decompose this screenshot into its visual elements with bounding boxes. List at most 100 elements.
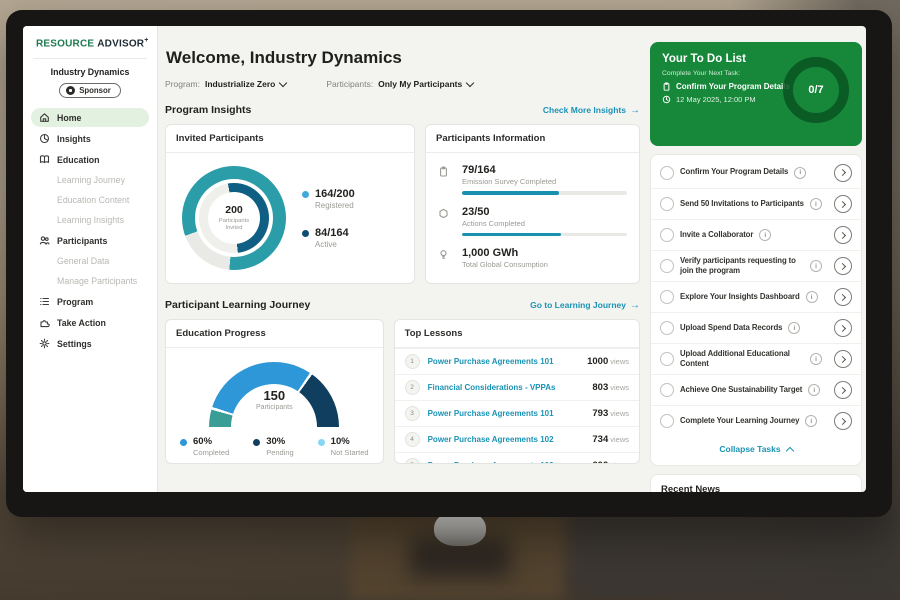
tasks-list: Confirm Your Program Details Send 50 Inv…	[650, 154, 862, 466]
users-icon	[39, 235, 50, 246]
task-checkbox[interactable]	[660, 166, 674, 180]
task-checkbox[interactable]	[660, 414, 674, 428]
sidebar-item-general-data[interactable]: General Data	[31, 252, 149, 270]
sidebar-item-education[interactable]: Education	[31, 150, 149, 169]
task-checkbox[interactable]	[660, 197, 674, 211]
sidebar-item-manage-participants[interactable]: Manage Participants	[31, 272, 149, 290]
registered-legend: 164/200 Registered	[302, 188, 355, 210]
go-to-learning-journey-link[interactable]: Go to Learning Journey	[530, 300, 640, 311]
filters-row: Program: Industrialize Zero Participants…	[165, 79, 640, 89]
app-logo: RESOURCE ADVISOR+	[23, 37, 157, 49]
lesson-row: 5 Power Purchase Agreements 103 600views	[395, 452, 639, 464]
clipboard-icon	[438, 166, 449, 177]
info-icon[interactable]	[759, 229, 771, 241]
completed-legend: 60% Completed	[180, 436, 229, 457]
task-open-button[interactable]	[834, 226, 852, 244]
card-title: Invited Participants	[166, 125, 414, 153]
photo-scene: RESOURCE ADVISOR+ Industry Dynamics Spon…	[0, 0, 900, 600]
org-name: Industry Dynamics	[23, 67, 157, 77]
task-open-button[interactable]	[834, 164, 852, 182]
card-title: Top Lessons	[395, 320, 639, 348]
not-started-dot-icon	[318, 439, 325, 446]
program-dropdown[interactable]: Program: Industrialize Zero	[165, 79, 286, 89]
not-started-legend: 10% Not Started	[318, 436, 369, 457]
chevron-down-icon	[466, 78, 474, 86]
sidebar-item-home[interactable]: Home	[31, 108, 149, 127]
rank-badge: 4	[405, 432, 420, 447]
info-icon[interactable]	[810, 198, 822, 210]
active-legend: 84/164 Active	[302, 227, 355, 249]
info-icon[interactable]	[805, 415, 817, 427]
check-more-insights-link[interactable]: Check More Insights	[543, 105, 640, 116]
sponsor-badge[interactable]: Sponsor	[59, 83, 121, 98]
sidebar-item-take-action[interactable]: Take Action	[31, 313, 149, 332]
todo-progress-ring: 0/7	[783, 57, 849, 123]
lesson-link[interactable]: Power Purchase Agreements 103	[428, 461, 585, 464]
clock-icon	[662, 95, 671, 104]
todo-panel: Your To Do List Complete Your Next Task:…	[645, 26, 866, 492]
lesson-link[interactable]: Power Purchase Agreements 102	[428, 435, 585, 444]
lesson-row: 1 Power Purchase Agreements 101 1000view…	[395, 348, 639, 374]
lesson-link[interactable]: Power Purchase Agreements 101	[428, 409, 585, 418]
chevron-right-icon	[839, 324, 846, 331]
info-icon[interactable]	[810, 260, 822, 272]
lesson-link[interactable]: Financial Considerations - VPPAs	[428, 383, 585, 392]
task-open-button[interactable]	[834, 257, 852, 275]
chevron-right-icon	[839, 417, 846, 424]
consumption-stat: 1,000 GWh Total Global Consumption	[438, 247, 627, 269]
task-open-button[interactable]	[834, 195, 852, 213]
education-legend: 60% Completed 30% Pending 10%	[166, 427, 383, 457]
sidebar-item-learning-insights[interactable]: Learning Insights	[31, 211, 149, 229]
gear-icon	[39, 338, 50, 349]
info-icon[interactable]	[794, 167, 806, 179]
task-row: Confirm Your Program Details	[651, 157, 861, 188]
sidebar-item-learning-journey[interactable]: Learning Journey	[31, 171, 149, 189]
sidebar-item-participants[interactable]: Participants	[31, 231, 149, 250]
todo-progress: 0/7	[808, 84, 823, 96]
pending-legend: 30% Pending	[253, 436, 294, 457]
list-icon	[39, 296, 50, 307]
sidebar-item-education-content[interactable]: Education Content	[31, 191, 149, 209]
home-icon	[39, 112, 50, 123]
info-icon[interactable]	[806, 291, 818, 303]
info-icon[interactable]	[808, 384, 820, 396]
lesson-link[interactable]: Power Purchase Agreements 101	[428, 357, 580, 366]
task-open-button[interactable]	[834, 319, 852, 337]
actions-progress-bar	[462, 233, 561, 237]
education-progress-card: Education Progress 150 Participants	[165, 319, 384, 464]
task-checkbox[interactable]	[660, 228, 674, 242]
main-content: Welcome, Industry Dynamics Program: Indu…	[158, 26, 645, 492]
collapse-tasks-link[interactable]: Collapse Tasks	[651, 436, 861, 463]
info-icon[interactable]	[810, 353, 822, 365]
task-open-button[interactable]	[834, 381, 852, 399]
lightbulb-icon	[438, 249, 449, 260]
sidebar-item-insights[interactable]: Insights	[31, 129, 149, 148]
task-row: Explore Your Insights Dashboard	[651, 281, 861, 312]
task-open-button[interactable]	[834, 288, 852, 306]
participants-dropdown[interactable]: Participants: Only My Participants	[326, 79, 473, 89]
participants-information-card: Participants Information 79/164 Emission…	[425, 124, 640, 284]
sponsor-icon	[66, 86, 75, 95]
sidebar-item-settings[interactable]: Settings	[31, 334, 149, 353]
rank-badge: 1	[405, 354, 420, 369]
desk-shadow	[570, 508, 900, 600]
card-title: Participants Information	[426, 125, 639, 153]
task-checkbox[interactable]	[660, 383, 674, 397]
task-checkbox[interactable]	[660, 321, 674, 335]
task-open-button[interactable]	[834, 412, 852, 430]
task-checkbox[interactable]	[660, 290, 674, 304]
rank-badge: 2	[405, 380, 420, 395]
task-row: Invite a Collaborator	[651, 219, 861, 250]
task-row: Complete Your Learning Journey	[651, 405, 861, 436]
rank-badge: 3	[405, 406, 420, 421]
task-checkbox[interactable]	[660, 352, 674, 366]
book-icon	[39, 154, 50, 165]
clipboard-icon	[662, 82, 671, 91]
sidebar-item-program[interactable]: Program	[31, 292, 149, 311]
chevron-right-icon	[839, 231, 846, 238]
task-open-button[interactable]	[834, 350, 852, 368]
insights-pie-icon	[39, 133, 50, 144]
task-checkbox[interactable]	[660, 259, 674, 273]
info-icon[interactable]	[788, 322, 800, 334]
task-row: Upload Spend Data Records	[651, 312, 861, 343]
